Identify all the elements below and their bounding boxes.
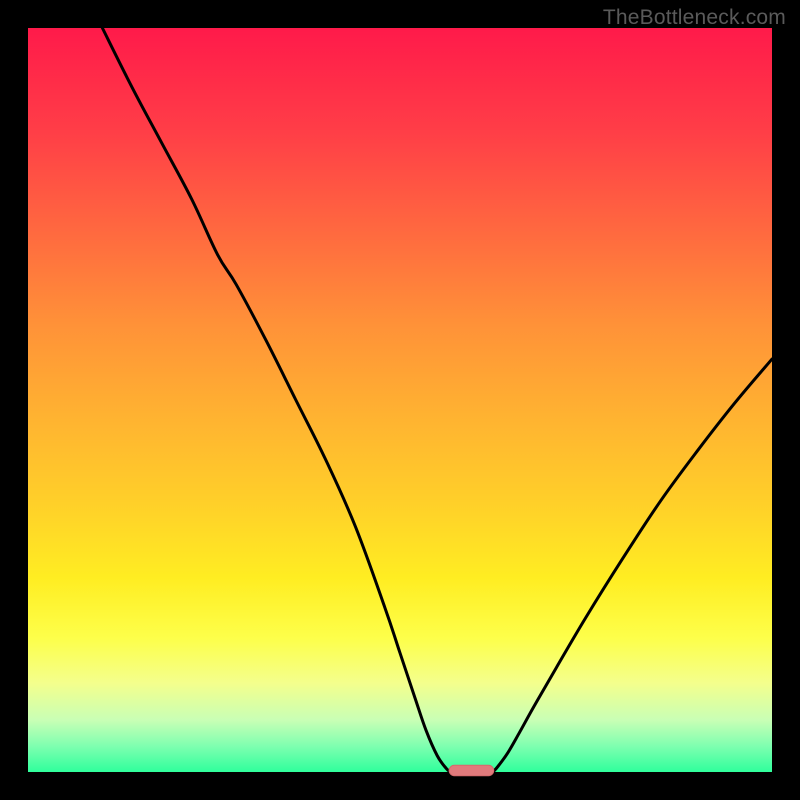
optimum-marker bbox=[449, 765, 494, 775]
chart-frame: TheBottleneck.com bbox=[0, 0, 800, 800]
chart-svg bbox=[28, 28, 772, 772]
right-bottleneck-curve bbox=[493, 359, 772, 772]
watermark-text: TheBottleneck.com bbox=[603, 6, 786, 30]
left-bottleneck-curve bbox=[102, 28, 450, 772]
